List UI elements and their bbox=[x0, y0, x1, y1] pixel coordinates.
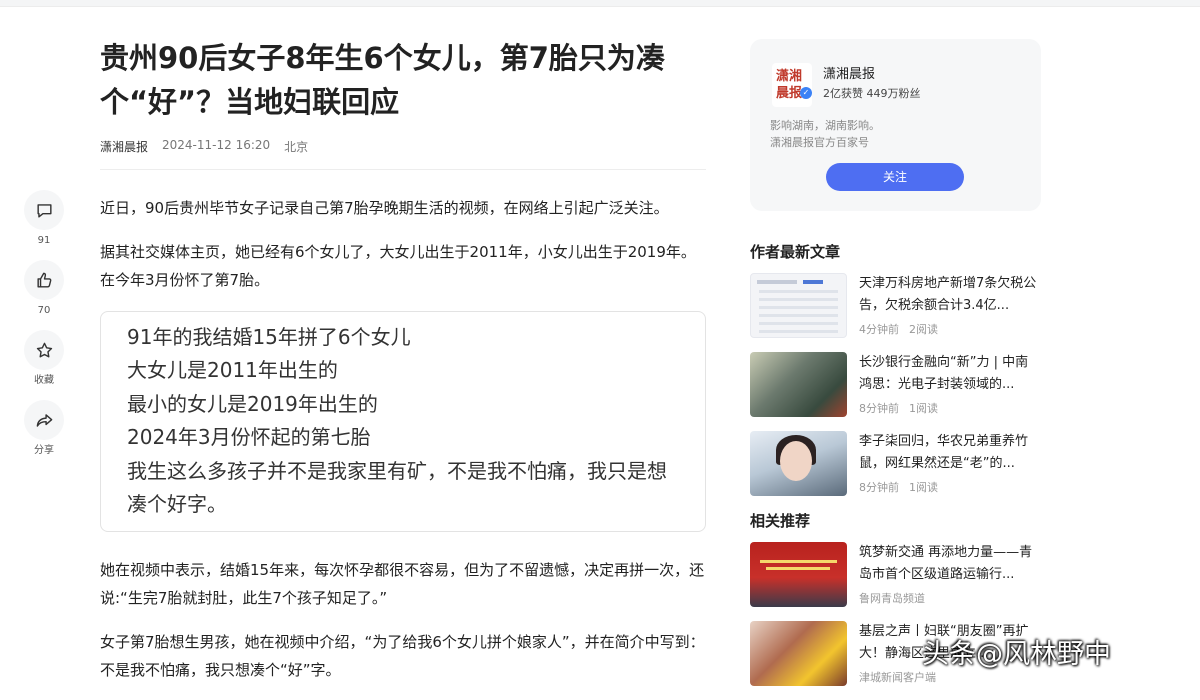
share-button[interactable] bbox=[24, 400, 64, 440]
news-time: 8分钟前 bbox=[859, 402, 899, 415]
author-avatar[interactable]: 潇湘 晨报 bbox=[772, 63, 812, 107]
share-label: 分享 bbox=[34, 445, 54, 456]
news-time: 8分钟前 bbox=[859, 481, 899, 494]
latest-list: 天津万科房地产新增7条欠税公告，欠税余额合计3.4亿... 4分钟前 2阅读 长… bbox=[750, 273, 1041, 497]
top-bar bbox=[0, 0, 1200, 7]
article-author[interactable]: 潇湘晨报 bbox=[100, 138, 148, 156]
author-card: 潇湘 晨报 ✓ 潇湘晨报 2亿获赞 449万粉丝 影响湖南，湖南影响。 潇湘晨报… bbox=[750, 39, 1041, 211]
quote-line: 2024年3月份怀起的第七胎 bbox=[127, 425, 371, 450]
news-title[interactable]: 天津万科房地产新增7条欠税公告，欠税余额合计3.4亿... bbox=[859, 273, 1041, 317]
news-reads: 1阅读 bbox=[909, 481, 938, 494]
article-meta: 潇湘晨报 2024-11-12 16:20 北京 bbox=[100, 138, 706, 156]
paragraph: 近日，90后贵州毕节女子记录自己第7胎孕晚期生活的视频，在网络上引起广泛关注。 bbox=[100, 199, 669, 217]
latest-heading: 作者最新文章 bbox=[750, 243, 841, 261]
like-action: 70 bbox=[23, 260, 65, 317]
related-heading: 相关推荐 bbox=[750, 512, 811, 530]
favorite-action: 收藏 bbox=[23, 330, 65, 387]
news-time: 4分钟前 bbox=[859, 323, 899, 336]
comment-count: 91 bbox=[37, 235, 51, 246]
article-location: 北京 bbox=[284, 140, 309, 154]
share-action: 分享 bbox=[23, 400, 65, 457]
comment-button[interactable] bbox=[24, 190, 64, 230]
list-item[interactable]: 天津万科房地产新增7条欠税公告，欠税余额合计3.4亿... 4分钟前 2阅读 bbox=[750, 273, 1041, 339]
list-item[interactable]: 李子柒回归，华农兄弟重养竹鼠，网红果然还是“老”的... 8分钟前 1阅读 bbox=[750, 431, 1041, 497]
sidebar: 潇湘 晨报 ✓ 潇湘晨报 2亿获赞 449万粉丝 影响湖南，湖南影响。 潇湘晨报… bbox=[750, 39, 1041, 700]
quote-line: 我生这么多孩子并不是我家里有矿，不是我不怕痛，我只是想凑个好字。 bbox=[127, 458, 667, 517]
comment-action: 91 bbox=[23, 190, 65, 247]
quote-line: 91年的我结婚15年拼了6个女儿 bbox=[127, 325, 411, 349]
action-rail: 91 70 收藏 分享 bbox=[23, 190, 65, 470]
article-date: 2024-11-12 16:20 bbox=[162, 138, 271, 152]
quote-line: 大女儿是2011年出生的 bbox=[127, 358, 338, 383]
news-title[interactable]: 筑梦新交通 再添地力量——青岛市首个区级道路运输行... bbox=[859, 542, 1041, 586]
comment-icon bbox=[36, 203, 52, 218]
thumbnail bbox=[750, 352, 847, 417]
divider bbox=[100, 169, 706, 170]
share-icon bbox=[36, 413, 52, 427]
author-stats: 2亿获赞 449万粉丝 bbox=[823, 87, 921, 100]
article-title: 贵州90后女子8年生6个女儿，第7胎只为凑个“好”？当地妇联回应 bbox=[100, 41, 665, 119]
thumbnail bbox=[750, 273, 847, 338]
thumbnail bbox=[750, 542, 847, 607]
follow-button[interactable]: 关注 bbox=[826, 163, 964, 191]
author-subtitle: 潇湘晨报官方百家号 bbox=[770, 136, 869, 149]
watermark: 头条@风林野中 bbox=[922, 639, 1111, 670]
thumbnail bbox=[750, 431, 847, 496]
paragraph: 据其社交媒体主页，她已经有6个女儿了，大女儿出生于2011年，小女儿出生于201… bbox=[100, 243, 696, 289]
verified-icon: ✓ bbox=[800, 87, 812, 99]
news-reads: 2阅读 bbox=[909, 323, 938, 336]
news-title[interactable]: 李子柒回归，华农兄弟重养竹鼠，网红果然还是“老”的... bbox=[859, 431, 1041, 475]
favorite-label: 收藏 bbox=[34, 375, 54, 386]
thumbs-up-icon bbox=[36, 272, 51, 288]
news-source: 津城新闻客户端 bbox=[859, 671, 936, 684]
like-button[interactable] bbox=[24, 260, 64, 300]
list-item[interactable]: 筑梦新交通 再添地力量——青岛市首个区级道路运输行... 鲁网青岛频道 bbox=[750, 542, 1041, 608]
favorite-button[interactable] bbox=[24, 330, 64, 370]
list-item[interactable]: 长沙银行金融向“新”力 | 中南鸿思：光电子封装领域的... 8分钟前 1阅读 bbox=[750, 352, 1041, 418]
like-count: 70 bbox=[37, 305, 51, 316]
video-caption-box: 91年的我结婚15年拼了6个女儿 大女儿是2011年出生的 最小的女儿是2019… bbox=[100, 311, 706, 533]
paragraph: 女子第7胎想生男孩，她在视频中介绍，“为了给我6个女儿拼个娘家人”，并在简介中写… bbox=[100, 633, 705, 680]
article: 贵州90后女子8年生6个女儿，第7胎只为凑个“好”？当地妇联回应 潇湘晨报 20… bbox=[100, 36, 706, 684]
news-source: 鲁网青岛频道 bbox=[859, 592, 925, 605]
paragraph: 她在视频中表示，结婚15年来，每次怀孕都很不容易，但为了不留遗憾，决定再拼一次，… bbox=[100, 561, 705, 608]
news-reads: 1阅读 bbox=[909, 402, 938, 415]
quote-line: 最小的女儿是2019年出生的 bbox=[127, 391, 378, 416]
news-title[interactable]: 长沙银行金融向“新”力 | 中南鸿思：光电子封装领域的... bbox=[859, 352, 1041, 396]
logo-glyph: 晨报 bbox=[776, 86, 803, 101]
author-name[interactable]: 潇湘晨报 bbox=[823, 63, 875, 82]
thumbnail bbox=[750, 621, 847, 686]
author-description: 影响湖南，湖南影响。 bbox=[770, 119, 880, 132]
star-icon bbox=[36, 342, 52, 357]
